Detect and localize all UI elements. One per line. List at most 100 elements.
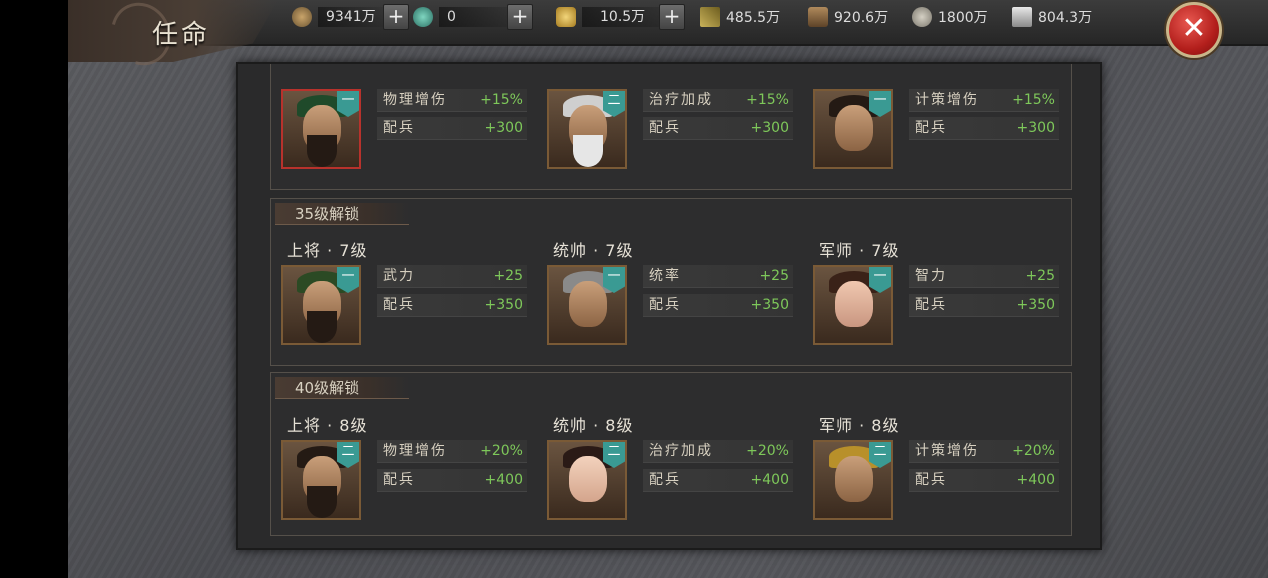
- stone-resource: 1800万: [912, 6, 988, 28]
- attribute-row: 配兵 +300: [909, 117, 1059, 140]
- attribute-name: 配兵: [383, 472, 415, 488]
- role-title: 上将 · 7级: [287, 241, 368, 260]
- attribute-row: 配兵 +400: [643, 469, 793, 492]
- general-portrait[interactable]: 二: [547, 89, 627, 169]
- general-portrait[interactable]: 二: [547, 440, 627, 520]
- attribute-value: +15%: [746, 92, 789, 108]
- general-portrait[interactable]: 二: [813, 440, 893, 520]
- portrait-face: [835, 105, 873, 151]
- attribute-value: +300: [750, 120, 789, 136]
- attribute-row: 物理增伤 +20%: [377, 440, 527, 463]
- attribute-row: 配兵 +350: [909, 294, 1059, 317]
- attribute-row: 武力 +25: [377, 265, 527, 288]
- attribute-value: +25: [493, 268, 523, 284]
- iron-value: 804.3万: [1038, 10, 1093, 26]
- add-copper-button[interactable]: +: [383, 4, 409, 30]
- portrait-face: [569, 456, 607, 502]
- attribute-value: +25: [759, 268, 789, 284]
- attribute-row: 配兵 +350: [377, 294, 527, 317]
- attribute-value: +350: [750, 297, 789, 313]
- attribute-row: 配兵 +350: [643, 294, 793, 317]
- unlock-section: 40级解锁 上将 · 8级 统帅 · 8级 军师 · 8级 二 物理增伤 +20%…: [270, 372, 1072, 536]
- attribute-name: 统率: [649, 268, 681, 284]
- role-title: 统帅 · 7级: [553, 241, 634, 260]
- attribute-name: 计策增伤: [915, 443, 979, 459]
- attribute-name: 物理增伤: [383, 92, 447, 108]
- jade-icon: [413, 7, 433, 27]
- attribute-name: 计策增伤: [915, 92, 979, 108]
- attribute-name: 治疗加成: [649, 443, 713, 459]
- add-jade-button[interactable]: +: [507, 4, 533, 30]
- attribute-name: 物理增伤: [383, 443, 447, 459]
- attribute-name: 治疗加成: [649, 92, 713, 108]
- attribute-name: 配兵: [915, 472, 947, 488]
- general-portrait[interactable]: 一: [813, 265, 893, 345]
- attribute-row: 配兵 +400: [377, 469, 527, 492]
- wood-value: 920.6万: [834, 10, 889, 26]
- attribute-value: +400: [1016, 472, 1055, 488]
- portrait-beard: [573, 135, 603, 167]
- attribute-name: 配兵: [649, 472, 681, 488]
- attribute-value: +300: [484, 120, 523, 136]
- general-portrait[interactable]: 二: [281, 440, 361, 520]
- attribute-value: +400: [484, 472, 523, 488]
- attribute-value: +20%: [480, 443, 523, 459]
- attribute-value: +300: [1016, 120, 1055, 136]
- add-gold-button[interactable]: +: [659, 4, 685, 30]
- attribute-name: 武力: [383, 268, 415, 284]
- attribute-row: 物理增伤 +15%: [377, 89, 527, 112]
- unlock-header: 40级解锁: [275, 377, 409, 399]
- unlock-section: 35级解锁 上将 · 7级 统帅 · 7级 军师 · 7级 一 武力 +25 配兵…: [270, 198, 1072, 366]
- attribute-name: 配兵: [383, 120, 415, 136]
- jade-value: 0: [439, 7, 515, 27]
- attribute-name: 配兵: [649, 120, 681, 136]
- attribute-row: 计策增伤 +20%: [909, 440, 1059, 463]
- attribute-row: 配兵 +400: [909, 469, 1059, 492]
- iron-resource: 804.3万: [1012, 6, 1092, 28]
- portrait-face: [569, 281, 607, 327]
- grain-icon: [700, 7, 720, 27]
- attribute-value: +25: [1025, 268, 1055, 284]
- attribute-value: +15%: [480, 92, 523, 108]
- attribute-value: +20%: [746, 443, 789, 459]
- general-portrait[interactable]: 一: [813, 89, 893, 169]
- general-portrait[interactable]: 一: [547, 265, 627, 345]
- stone-value: 1800万: [938, 10, 988, 26]
- attribute-name: 智力: [915, 268, 947, 284]
- grain-value: 485.5万: [726, 10, 781, 26]
- attribute-row: 统率 +25: [643, 265, 793, 288]
- attribute-value: +20%: [1012, 443, 1055, 459]
- general-portrait[interactable]: 一: [281, 89, 361, 169]
- attribute-name: 配兵: [915, 120, 947, 136]
- copper-resource: 9341万: [292, 6, 384, 28]
- copper-value: 9341万: [318, 7, 384, 27]
- attribute-name: 配兵: [383, 297, 415, 313]
- role-title: 统帅 · 8级: [553, 416, 634, 435]
- attribute-row: 配兵 +300: [643, 117, 793, 140]
- role-title: 军师 · 7级: [819, 241, 900, 260]
- role-title: 军师 · 8级: [819, 416, 900, 435]
- attribute-row: 计策增伤 +15%: [909, 89, 1059, 112]
- attribute-value: +400: [750, 472, 789, 488]
- attribute-name: 配兵: [915, 297, 947, 313]
- attribute-row: 配兵 +300: [377, 117, 527, 140]
- stone-icon: [912, 7, 932, 27]
- role-title: 上将 · 8级: [287, 416, 368, 435]
- attribute-row: 智力 +25: [909, 265, 1059, 288]
- portrait-beard: [307, 486, 337, 518]
- gold-ingot-icon: [556, 7, 576, 27]
- portrait-beard: [307, 311, 337, 343]
- portrait-face: [835, 456, 873, 502]
- attribute-value: +15%: [1012, 92, 1055, 108]
- attribute-row: 治疗加成 +15%: [643, 89, 793, 112]
- portrait-face: [835, 281, 873, 327]
- appointment-panel: 一 物理增伤 +15% 配兵 +300 二 治疗加成 +15% 配兵 +300 一 计策…: [236, 62, 1102, 550]
- grain-resource: 485.5万: [700, 6, 780, 28]
- attribute-value: +350: [484, 297, 523, 313]
- attribute-name: 配兵: [649, 297, 681, 313]
- unlock-section: 一 物理增伤 +15% 配兵 +300 二 治疗加成 +15% 配兵 +300 一 计策…: [270, 64, 1072, 190]
- close-button[interactable]: ✕: [1166, 2, 1222, 58]
- general-portrait[interactable]: 一: [281, 265, 361, 345]
- wood-resource: 920.6万: [808, 6, 888, 28]
- attribute-value: +350: [1016, 297, 1055, 313]
